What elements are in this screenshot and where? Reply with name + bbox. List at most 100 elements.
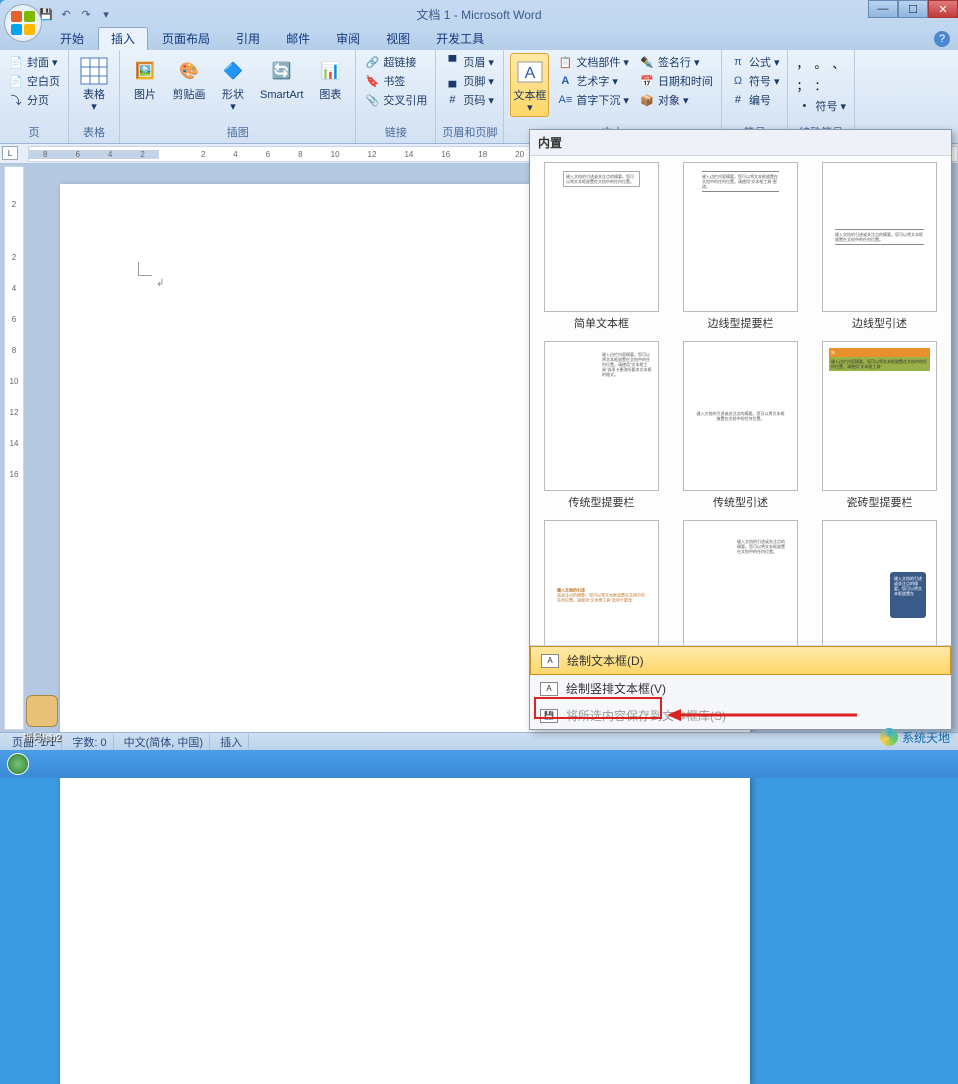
gallery-item-brace-quote[interactable]: 键入文档的引述或关注点的摘要。您可以将文本框放置在文档中的任何位置。大括号型引述 bbox=[675, 520, 806, 645]
desktop-shortcut[interactable]: 摇号isb2 bbox=[18, 695, 66, 744]
gallery-item-brace-quote2[interactable]: 键入文档的引述或关注点的摘要。您可以将文本框放置在大括号型引述 2 bbox=[814, 520, 945, 645]
group-illustrations-label: 插图 bbox=[126, 123, 349, 141]
signature-icon: ✒️ bbox=[639, 54, 655, 70]
blank-page-icon: 📄 bbox=[8, 73, 24, 89]
blank-page-button[interactable]: 📄空白页 bbox=[6, 72, 62, 90]
hyperlink-icon: 🔗 bbox=[364, 54, 380, 70]
sym-colon[interactable]: ： bbox=[814, 77, 826, 94]
pagenum-icon: # bbox=[444, 92, 460, 108]
desktop-shortcut-label: 摇号isb2 bbox=[18, 729, 66, 744]
status-mode[interactable]: 插入 bbox=[214, 734, 249, 750]
wordart-button[interactable]: A艺术字 ▾ bbox=[555, 72, 631, 90]
office-logo-icon bbox=[11, 11, 35, 35]
tab-selector-button[interactable]: L bbox=[2, 146, 18, 160]
quickparts-button[interactable]: 📋文档部件 ▾ bbox=[555, 53, 631, 71]
hyperlink-button[interactable]: 🔗超链接 bbox=[362, 53, 429, 71]
picture-label: 图片 bbox=[134, 89, 156, 101]
sym-dun[interactable]: 、 bbox=[833, 55, 845, 72]
qat-redo-icon[interactable]: ↷ bbox=[78, 6, 94, 22]
group-links-label: 链接 bbox=[362, 123, 429, 141]
smartart-button[interactable]: 🔄SmartArt bbox=[258, 53, 305, 103]
gallery-item-simple[interactable]: 键入文档的引述或关注点的摘要。您可以将文本框放置在文档中的任何位置。简单文本框 bbox=[536, 162, 667, 337]
qat-undo-icon[interactable]: ↶ bbox=[58, 6, 74, 22]
maximize-button[interactable]: ☐ bbox=[898, 0, 928, 18]
tab-home[interactable]: 开始 bbox=[48, 28, 96, 50]
tab-developer[interactable]: 开发工具 bbox=[424, 28, 496, 50]
picture-button[interactable]: 🖼️ 图片 bbox=[126, 53, 164, 103]
crossref-label: 交叉引用 bbox=[383, 92, 427, 108]
gallery-item-sideline-sidebar[interactable]: 键入边栏内容摘要。您可以将文本框放置在文档中的任何位置。请使用"文本框工具"更改… bbox=[675, 162, 806, 337]
sym-period[interactable]: 。 bbox=[814, 55, 826, 72]
number-button[interactable]: #编号 bbox=[728, 91, 782, 109]
start-button[interactable] bbox=[0, 750, 36, 778]
shapes-icon: 🔷 bbox=[217, 55, 249, 87]
clipart-button[interactable]: 🎨剪贴画 bbox=[170, 53, 208, 103]
save-to-gallery-icon: 💾 bbox=[540, 709, 558, 723]
dropcap-button[interactable]: A≡首字下沉 ▾ bbox=[555, 91, 631, 109]
symbol-button[interactable]: Ω符号 ▾ bbox=[728, 72, 782, 90]
signature-button[interactable]: ✒️签名行 ▾ bbox=[637, 53, 715, 71]
ruler-tick: 8 bbox=[284, 150, 316, 159]
bookmark-label: 书签 bbox=[383, 73, 405, 89]
group-headerfooter: ▀页眉 ▾ ▄页脚 ▾ #页码 ▾ 页眉和页脚 bbox=[436, 50, 504, 143]
gallery-item-trad-sidebar[interactable]: 键入边栏内容摘要。您可以将文本框放置在文档中的任何位置。请使用"文本框工具"选项… bbox=[536, 341, 667, 516]
draw-textbox-item[interactable]: A绘制文本框(D) bbox=[530, 646, 951, 675]
gallery-grid[interactable]: 键入文档的引述或关注点的摘要。您可以将文本框放置在文档中的任何位置。简单文本框 … bbox=[530, 156, 951, 645]
status-words[interactable]: 字数: 0 bbox=[66, 734, 113, 750]
sym-semi[interactable]: ； bbox=[796, 77, 808, 94]
wordart-label: 艺术字 bbox=[576, 73, 609, 89]
gallery-item-sideline-quote[interactable]: 键入文档的引述或关注点的摘要。您可以将文本框放置在文档中的任何位置。边线型引述 bbox=[814, 162, 945, 337]
ruler-tick: 14 bbox=[390, 150, 427, 159]
shapes-label: 形状▾ bbox=[222, 89, 244, 113]
tab-mailings[interactable]: 邮件 bbox=[274, 28, 322, 50]
more-symbols-button[interactable]: •符号 ▾ bbox=[794, 97, 848, 115]
status-language[interactable]: 中文(简体, 中国) bbox=[118, 734, 210, 750]
vertical-ruler[interactable]: 2 2 4 6 8 10 12 14 16 bbox=[4, 166, 24, 730]
help-icon[interactable]: ? bbox=[934, 31, 950, 47]
qat-dropdown-icon[interactable]: ▾ bbox=[98, 6, 114, 22]
footer-button[interactable]: ▄页脚 ▾ bbox=[442, 72, 496, 90]
tab-review[interactable]: 审阅 bbox=[324, 28, 372, 50]
gallery-item-tile-quote[interactable]: 键入文档的引述或关注点的摘要。您可以将文本框放置在文档中的任何位置。请使用"文本… bbox=[536, 520, 667, 645]
tab-references[interactable]: 引用 bbox=[224, 28, 272, 50]
minimize-button[interactable]: — bbox=[868, 0, 898, 18]
equation-button[interactable]: π公式 ▾ bbox=[728, 53, 782, 71]
office-button[interactable] bbox=[4, 4, 42, 42]
chart-label: 图表 bbox=[319, 89, 341, 101]
close-button[interactable]: ✕ bbox=[928, 0, 958, 18]
cover-page-button[interactable]: 📄封面 ▾ bbox=[6, 53, 62, 71]
group-tables: 表格▾ 表格 bbox=[69, 50, 120, 143]
dropcap-icon: A≡ bbox=[557, 92, 573, 108]
tab-view[interactable]: 视图 bbox=[374, 28, 422, 50]
chart-button[interactable]: 📊图表 bbox=[311, 53, 349, 103]
pagenum-label: 页码 bbox=[463, 92, 485, 108]
sym-comma[interactable]: ， bbox=[796, 55, 808, 72]
table-button[interactable]: 表格▾ bbox=[75, 53, 113, 115]
paragraph-mark-icon: ↲ bbox=[156, 278, 164, 289]
number-icon: # bbox=[730, 92, 746, 108]
title-bar: 💾 ↶ ↷ ▾ 文档 1 - Microsoft Word — ☐ ✕ bbox=[0, 0, 958, 28]
header-button[interactable]: ▀页眉 ▾ bbox=[442, 53, 496, 71]
quickparts-icon: 📋 bbox=[557, 54, 573, 70]
crossref-button[interactable]: 📎交叉引用 bbox=[362, 91, 429, 109]
datetime-button[interactable]: 📅日期和时间 bbox=[637, 72, 715, 90]
shapes-button[interactable]: 🔷形状▾ bbox=[214, 53, 252, 115]
object-button[interactable]: 📦对象 ▾ bbox=[637, 91, 715, 109]
gallery-item-trad-quote[interactable]: 键入文档的引述或关注点的摘要。您可以将文本框放置在文档中的任何位置。传统型引述 bbox=[675, 341, 806, 516]
draw-vertical-textbox-item[interactable]: A绘制竖排文本框(V) bbox=[530, 675, 951, 702]
ruler-tick: 18 bbox=[464, 150, 501, 159]
gallery-item-tile-sidebar[interactable]: 年键入边栏内容摘要。您可以将文本框放置在文档中的任何位置。请使用"文本框工具"瓷… bbox=[814, 341, 945, 516]
tab-pagelayout[interactable]: 页面布局 bbox=[150, 28, 222, 50]
page-break-button[interactable]: ⤵分页 bbox=[6, 91, 62, 109]
picture-icon: 🖼️ bbox=[129, 55, 161, 87]
ruler-tick: 2 bbox=[12, 189, 16, 220]
textbox-button[interactable]: A 文本框▾ bbox=[510, 53, 549, 117]
bookmark-button[interactable]: 🔖书签 bbox=[362, 72, 429, 90]
ribbon-tabs: 开始 插入 页面布局 引用 邮件 审阅 视图 开发工具 ? bbox=[0, 28, 958, 50]
watermark-text: 系统天地 bbox=[902, 729, 950, 746]
datetime-label: 日期和时间 bbox=[658, 73, 713, 89]
pagenum-button[interactable]: #页码 ▾ bbox=[442, 91, 496, 109]
group-pages: 📄封面 ▾ 📄空白页 ⤵分页 页 bbox=[0, 50, 69, 143]
tab-insert[interactable]: 插入 bbox=[98, 27, 148, 50]
save-to-gallery-item: 💾将所选内容保存到文本框库(S) bbox=[530, 702, 951, 729]
